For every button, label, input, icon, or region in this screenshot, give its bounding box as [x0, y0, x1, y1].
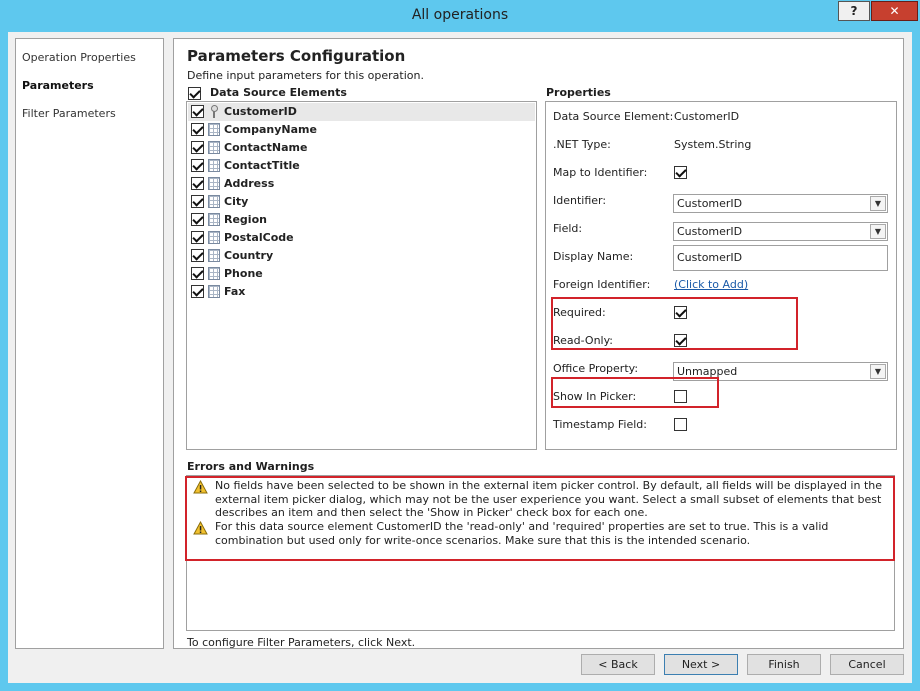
chevron-down-icon[interactable]: ▼ — [870, 196, 886, 211]
timestamp-field-checkbox[interactable] — [674, 418, 687, 431]
display-name-input[interactable]: CustomerID — [673, 245, 888, 271]
title-bar: All operations ? ✕ — [0, 0, 920, 32]
properties-title: Properties — [546, 86, 611, 99]
element-checkbox[interactable] — [191, 177, 204, 190]
list-item[interactable]: Region — [188, 211, 535, 229]
nav-item-parameters[interactable]: Parameters — [22, 79, 94, 92]
timestamp-field-label: Timestamp Field: — [553, 418, 647, 431]
data-source-element-value: CustomerID — [674, 110, 740, 123]
element-label: Fax — [224, 285, 246, 298]
element-checkbox[interactable] — [191, 249, 204, 262]
office-property-label: Office Property: — [553, 362, 639, 375]
close-button[interactable]: ✕ — [871, 1, 918, 21]
list-item[interactable]: ContactTitle — [188, 157, 535, 175]
element-label: City — [224, 195, 249, 208]
highlight-errors — [185, 476, 895, 561]
element-label: CustomerID — [224, 105, 297, 118]
field-icon — [208, 213, 220, 226]
element-checkbox[interactable] — [191, 285, 204, 298]
footer-hint: To configure Filter Parameters, click Ne… — [187, 636, 416, 649]
nav-item-filter-parameters[interactable]: Filter Parameters — [22, 107, 116, 120]
cancel-button[interactable]: Cancel — [830, 654, 904, 675]
element-label: CompanyName — [224, 123, 317, 136]
display-name-value: CustomerID — [677, 251, 743, 264]
identifier-value: CustomerID — [677, 197, 743, 210]
data-source-list[interactable]: CustomerID CompanyName ContactName Conta… — [186, 101, 537, 450]
list-item[interactable]: Address — [188, 175, 535, 193]
back-button[interactable]: < Back — [581, 654, 655, 675]
element-checkbox[interactable] — [191, 159, 204, 172]
highlight-required-readonly — [551, 297, 798, 350]
list-item[interactable]: Phone — [188, 265, 535, 283]
field-icon — [208, 141, 220, 154]
element-label: Address — [224, 177, 275, 190]
element-checkbox[interactable] — [191, 105, 204, 118]
wizard-nav: Operation Properties Parameters Filter P… — [15, 38, 164, 649]
map-to-identifier-checkbox[interactable] — [674, 166, 687, 179]
field-icon — [208, 231, 220, 244]
field-icon — [208, 159, 220, 172]
page-title: Parameters Configuration — [187, 47, 406, 65]
list-item[interactable]: PostalCode — [188, 229, 535, 247]
field-value: CustomerID — [677, 225, 743, 238]
page-description: Define input parameters for this operati… — [187, 69, 424, 82]
element-label: Country — [224, 249, 274, 262]
chevron-down-icon[interactable]: ▼ — [870, 364, 886, 379]
net-type-value: System.String — [674, 138, 752, 151]
element-checkbox[interactable] — [191, 141, 204, 154]
next-button[interactable]: Next > — [664, 654, 738, 675]
element-checkbox[interactable] — [191, 123, 204, 136]
map-to-identifier-label: Map to Identifier: — [553, 166, 648, 179]
element-label: PostalCode — [224, 231, 294, 244]
highlight-show-in-picker — [551, 377, 719, 408]
finish-button[interactable]: Finish — [747, 654, 821, 675]
main-content: Parameters Configuration Define input pa… — [173, 38, 904, 649]
data-source-header: Data Source Elements — [188, 86, 448, 102]
list-item[interactable]: Country — [188, 247, 535, 265]
field-icon — [208, 285, 220, 298]
element-label: Phone — [224, 267, 263, 280]
foreign-identifier-link[interactable]: (Click to Add) — [674, 278, 748, 291]
element-checkbox[interactable] — [191, 267, 204, 280]
field-icon — [208, 249, 220, 262]
list-item[interactable]: City — [188, 193, 535, 211]
element-label: ContactTitle — [224, 159, 300, 172]
display-name-label: Display Name: — [553, 250, 634, 263]
list-item[interactable]: Fax — [188, 283, 535, 301]
nav-item-operation-properties[interactable]: Operation Properties — [22, 51, 136, 64]
foreign-identifier-label: Foreign Identifier: — [553, 278, 651, 291]
data-source-header-label: Data Source Elements — [210, 86, 347, 99]
field-icon — [208, 267, 220, 280]
key-icon — [208, 105, 220, 118]
element-checkbox[interactable] — [191, 195, 204, 208]
list-item[interactable]: CompanyName — [188, 121, 535, 139]
field-label: Field: — [553, 222, 583, 235]
list-item[interactable]: ContactName — [188, 139, 535, 157]
errors-title: Errors and Warnings — [187, 460, 315, 473]
window-title: All operations — [411, 7, 509, 23]
field-icon — [208, 195, 220, 208]
list-item[interactable]: CustomerID — [188, 103, 535, 121]
identifier-label: Identifier: — [553, 194, 607, 207]
element-label: Region — [224, 213, 267, 226]
chevron-down-icon[interactable]: ▼ — [870, 224, 886, 239]
select-all-checkbox[interactable] — [188, 87, 201, 100]
element-label: ContactName — [224, 141, 308, 154]
element-checkbox[interactable] — [191, 213, 204, 226]
net-type-label: .NET Type: — [553, 138, 611, 151]
field-icon — [208, 123, 220, 136]
data-source-element-label: Data Source Element: — [553, 110, 674, 123]
field-dropdown[interactable]: CustomerID ▼ — [673, 222, 888, 241]
dialog-client: Operation Properties Parameters Filter P… — [8, 32, 912, 683]
help-button[interactable]: ? — [838, 1, 870, 21]
element-checkbox[interactable] — [191, 231, 204, 244]
identifier-dropdown[interactable]: CustomerID ▼ — [673, 194, 888, 213]
field-icon — [208, 177, 220, 190]
